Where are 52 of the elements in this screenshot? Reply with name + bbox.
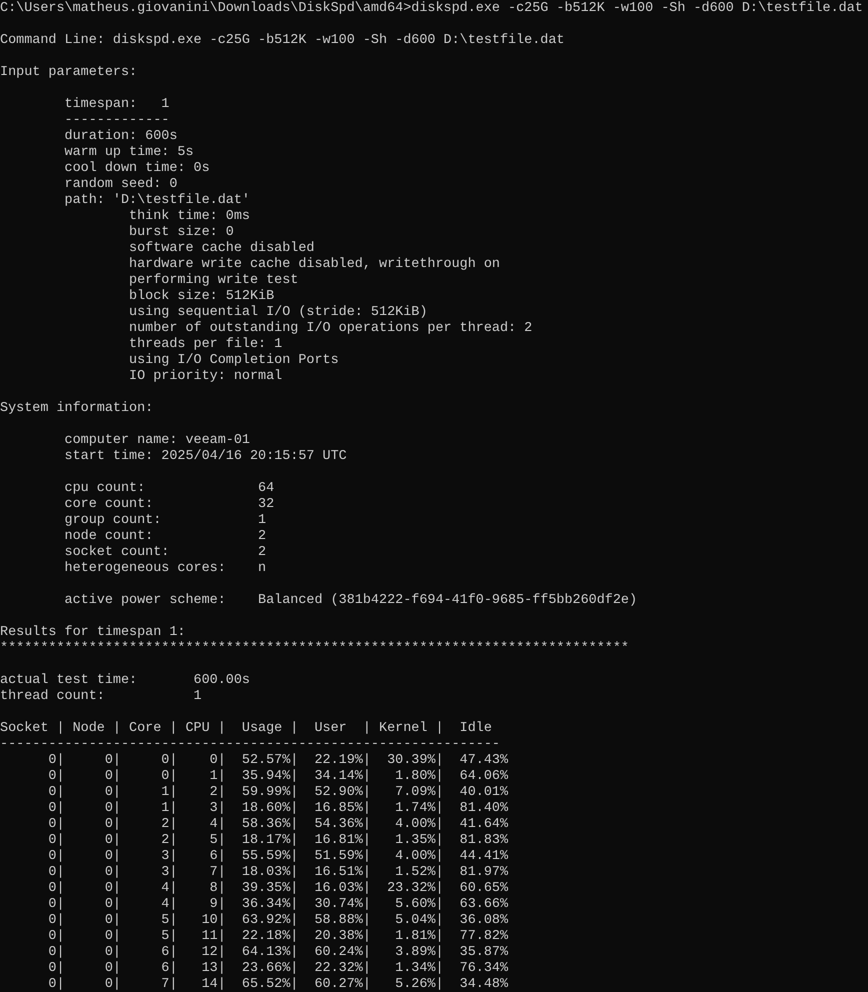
terminal-line: core count: 32 bbox=[64, 497, 274, 513]
terminal-line: start time: 2025/04/16 20:15:57 UTC bbox=[64, 449, 347, 465]
terminal-line: node count: 2 bbox=[64, 529, 266, 545]
terminal-line: block size: 512KiB bbox=[128, 289, 274, 305]
terminal-line: actual test time: 600.00s bbox=[0, 673, 250, 689]
terminal-line: hardware write cache disabled, writethrough on bbox=[128, 257, 500, 273]
terminal-line: 0| 0| 7| 14| 65.52%| 60.27%| 5.26%| 34.48% bbox=[47, 977, 508, 992]
terminal-line: Socket | Node | Core | CPU | Usage | User | Kernel | Idle bbox=[0, 721, 492, 737]
terminal-line: using I/O Completion Ports bbox=[128, 353, 339, 369]
terminal-line: 0| 0| 2| 5| 18.17%| 16.81%| 1.35%| 81.83% bbox=[47, 833, 508, 849]
terminal-line: heterogeneous cores: n bbox=[64, 561, 266, 577]
terminal-line: cpu count: 64 bbox=[64, 481, 274, 497]
terminal-line: socket count: 2 bbox=[64, 545, 266, 561]
terminal-line: burst size: 0 bbox=[128, 225, 234, 241]
terminal-line: using sequential I/O (stride: 512KiB) bbox=[128, 305, 428, 321]
terminal-line: timespan: 1 bbox=[64, 97, 170, 113]
terminal-line: 0| 0| 0| 0| 52.57%| 22.19%| 30.39%| 47.43% bbox=[47, 753, 508, 769]
terminal-line: Command Line: diskspd.exe -c25G -b512K -w100 -Sh -d600 D:\testfile.dat bbox=[0, 33, 564, 49]
terminal-line: 0| 0| 3| 6| 55.59%| 51.59%| 4.00%| 44.41% bbox=[47, 849, 508, 865]
terminal-line: computer name: veeam-01 bbox=[64, 433, 250, 449]
terminal-line: software cache disabled bbox=[128, 241, 314, 257]
terminal-line: 0| 0| 1| 3| 18.60%| 16.85%| 1.74%| 81.40% bbox=[47, 801, 508, 817]
terminal-line: group count: 1 bbox=[64, 513, 266, 529]
terminal-line: Input parameters: bbox=[0, 65, 138, 81]
terminal-line: path: 'D:\testfile.dat' bbox=[64, 193, 250, 209]
terminal-line: C:\Users\matheus.giovanini\Downloads\DiskSpd\amd64>diskspd.exe -c25G -b512K -w100 -Sh -d600 D:\testfile.dat bbox=[0, 1, 863, 17]
terminal-line: 0| 0| 4| 9| 36.34%| 30.74%| 5.60%| 63.66% bbox=[47, 897, 508, 913]
terminal-line: 0| 0| 6| 12| 64.13%| 60.24%| 3.89%| 35.87% bbox=[47, 945, 508, 961]
terminal-line: 0| 0| 0| 1| 35.94%| 34.14%| 1.80%| 64.06% bbox=[47, 769, 508, 785]
terminal-line: duration: 600s bbox=[64, 129, 178, 145]
terminal-line: 0| 0| 6| 13| 23.66%| 22.32%| 1.34%| 76.34% bbox=[47, 961, 508, 977]
terminal-line: 0| 0| 1| 2| 59.99%| 52.90%| 7.09%| 40.01% bbox=[47, 785, 508, 801]
terminal-line: active power scheme: Balanced (381b4222-f694-41f0-9685-ff5bb260df2e) bbox=[64, 593, 638, 609]
terminal-line: cool down time: 0s bbox=[64, 161, 210, 177]
terminal-line: IO priority: normal bbox=[128, 369, 282, 385]
terminal-line: performing write test bbox=[128, 273, 298, 289]
terminal-line: number of outstanding I/O operations per thread: 2 bbox=[128, 321, 532, 337]
terminal-line: 0| 0| 5| 11| 22.18%| 20.38%| 1.81%| 77.82% bbox=[47, 929, 508, 945]
terminal-line: random seed: 0 bbox=[64, 177, 178, 193]
terminal-line: thread count: 1 bbox=[0, 689, 202, 705]
terminal-line: warm up time: 5s bbox=[64, 145, 194, 161]
terminal-line: Results for timespan 1: bbox=[0, 625, 186, 641]
terminal-line: ------------- bbox=[64, 113, 170, 129]
terminal-line: 0| 0| 2| 4| 58.36%| 54.36%| 4.00%| 41.64% bbox=[47, 817, 508, 833]
terminal-line: ****************************************************************************** bbox=[0, 641, 629, 657]
terminal-line: -------------------------------------------------------------- bbox=[0, 737, 500, 753]
terminal-line: threads per file: 1 bbox=[128, 337, 282, 353]
terminal-line: 0| 0| 5| 10| 63.92%| 58.88%| 5.04%| 36.08% bbox=[47, 913, 508, 929]
terminal-line: System information: bbox=[0, 401, 154, 417]
terminal-line: 0| 0| 4| 8| 39.35%| 16.03%| 23.32%| 60.65% bbox=[47, 881, 508, 897]
terminal-line: think time: 0ms bbox=[128, 209, 250, 225]
terminal-line: 0| 0| 3| 7| 18.03%| 16.51%| 1.52%| 81.97% bbox=[47, 865, 508, 881]
